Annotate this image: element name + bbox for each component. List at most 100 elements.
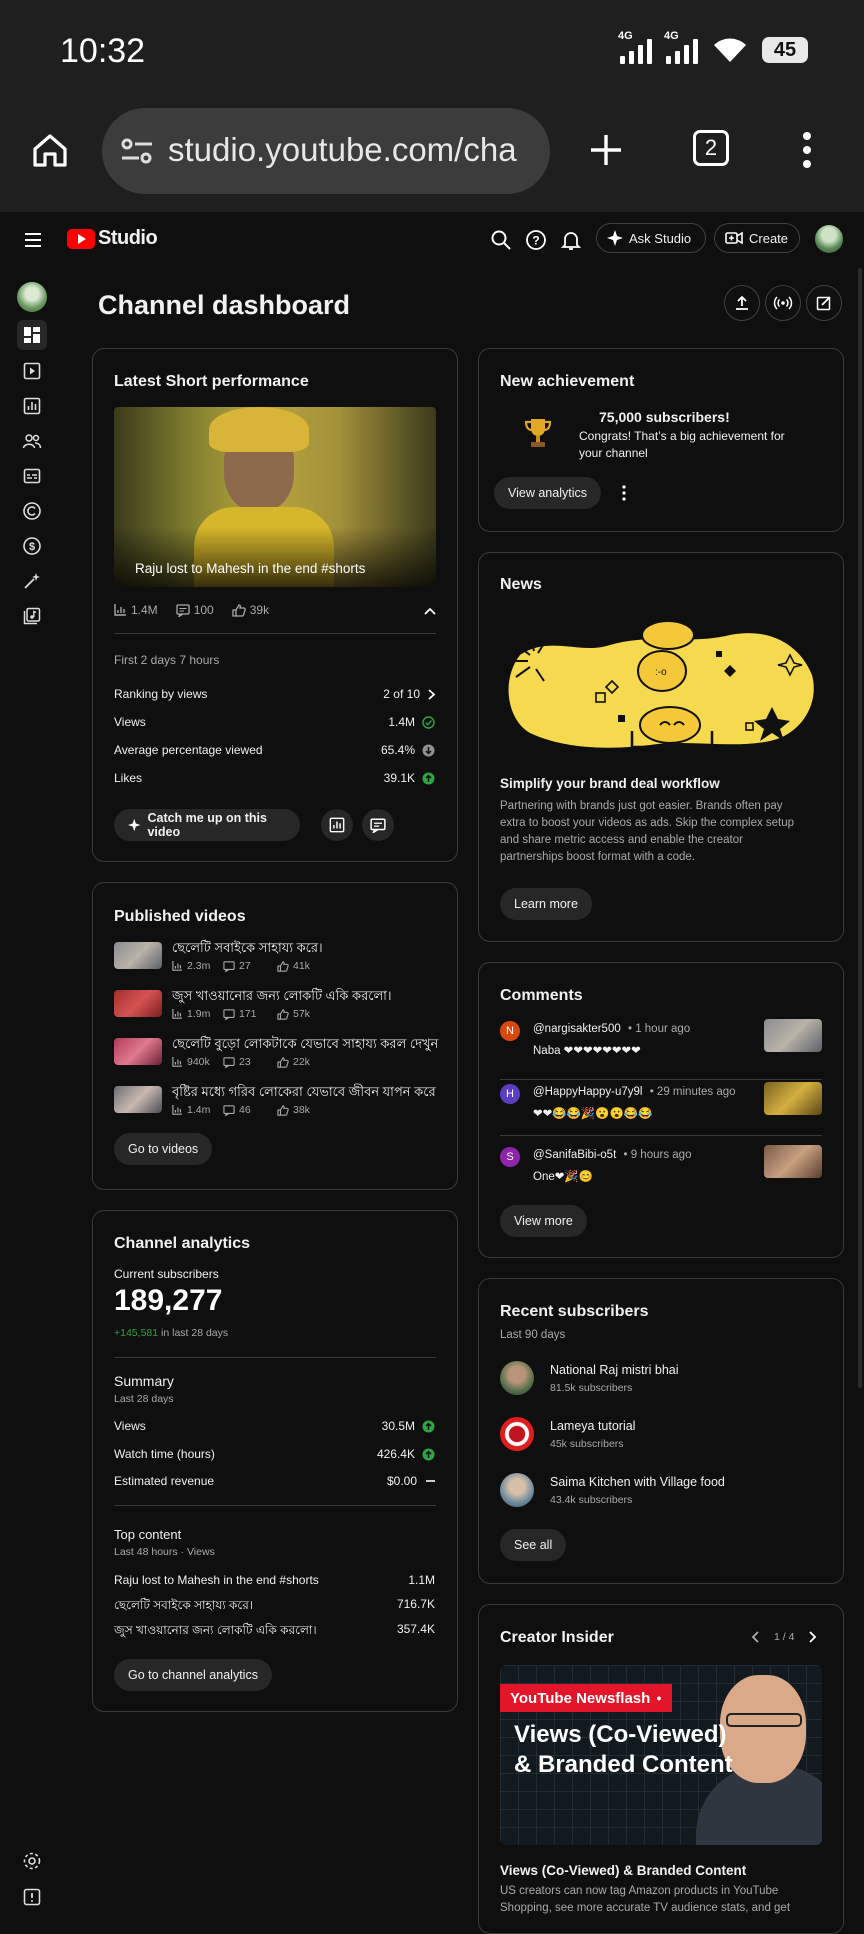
comment-item[interactable]: H @HappyHappy-u7y9l • 29 minutes ago ❤❤😂…: [500, 1082, 822, 1134]
signal-icon: 4G: [618, 30, 652, 64]
comment-user: @HappyHappy-u7y9l: [533, 1086, 643, 1098]
settings-icon: [23, 1852, 41, 1870]
scrollbar[interactable]: [858, 268, 862, 1388]
video-title: ছেলেটি সবাইকে সাহায্য করে।: [172, 940, 323, 955]
view-analytics-button[interactable]: View analytics: [494, 477, 601, 509]
chevron-left-icon[interactable]: [751, 1631, 759, 1643]
new-tab-icon[interactable]: [588, 132, 624, 168]
go-to-analytics-button[interactable]: Go to channel analytics: [114, 1659, 272, 1691]
achievement-line-2: your channel: [579, 446, 648, 460]
subscriber-item[interactable]: Saima Kitchen with Village food 43.4k su…: [500, 1473, 822, 1513]
more-vert-icon[interactable]: [621, 485, 627, 501]
account-avatar[interactable]: [815, 225, 843, 253]
nav-community[interactable]: [17, 426, 47, 456]
insider-pager: 1 / 4: [774, 1631, 795, 1643]
nav-customization[interactable]: [17, 566, 47, 596]
learn-more-button[interactable]: Learn more: [500, 888, 592, 920]
view-more-button[interactable]: View more: [500, 1205, 587, 1237]
upload-button[interactable]: [724, 285, 760, 321]
list-item[interactable]: বৃষ্টির মধ্যে গরিব লোকেরা যেভাবে জীবন যা…: [114, 1083, 444, 1119]
subscriber-delta-suffix: in last 28 days: [161, 1327, 229, 1339]
top-content-item-label[interactable]: জুস খাওয়ানোর জন্য লোকটি একি করলো।: [114, 1622, 317, 1642]
watch-time-label: Watch time (hours): [114, 1447, 215, 1461]
summary-views-value-text: 30.5M: [381, 1419, 415, 1433]
list-item[interactable]: ছেলেটি বুড়ো লোকটাকে যেভাবে সাহায্য করল …: [114, 1035, 444, 1071]
video-thumbnail: [114, 1038, 162, 1065]
commenter-avatar: S: [500, 1147, 520, 1167]
nav-content[interactable]: [17, 356, 47, 386]
video-stats: 940k 23 22k: [172, 1056, 310, 1068]
news-headline[interactable]: Simplify your brand deal workflow: [500, 776, 720, 791]
battery-indicator: 45: [762, 37, 808, 63]
subscriber-item[interactable]: National Raj mistri bhai 81.5k subscribe…: [500, 1361, 822, 1401]
list-item[interactable]: জুস খাওয়ানোর জন্য লোকটি একি করলো। 1.9m …: [114, 987, 444, 1023]
top-content-item-label[interactable]: Raju lost to Mahesh in the end #shorts: [114, 1573, 319, 1587]
dashboard-icon: [24, 327, 40, 343]
chevron-right-icon[interactable]: [809, 1631, 817, 1643]
channel-avatar[interactable]: [17, 282, 47, 312]
catch-me-up-button[interactable]: Catch me up on this video: [114, 809, 300, 841]
comment-video-thumbnail[interactable]: [764, 1082, 822, 1115]
address-bar[interactable]: studio.youtube.com/cha: [102, 108, 550, 194]
video-likes: 41k: [293, 960, 310, 972]
search-icon[interactable]: [490, 229, 512, 251]
ranking-label: Ranking by views: [114, 687, 208, 701]
nav-analytics[interactable]: [17, 391, 47, 421]
create-post-button[interactable]: [806, 285, 842, 321]
home-icon[interactable]: [30, 130, 70, 170]
go-to-videos-button[interactable]: Go to videos: [114, 1133, 213, 1165]
revenue-label: Estimated revenue: [114, 1474, 215, 1488]
subscriber-name: Lameya tutorial: [550, 1419, 636, 1433]
short-comments-button[interactable]: [362, 809, 394, 841]
nav-settings[interactable]: [17, 1846, 47, 1876]
nav-subtitles[interactable]: [17, 461, 47, 491]
create-button[interactable]: Create: [714, 223, 800, 253]
subscriber-item[interactable]: Lameya tutorial 45k subscribers: [500, 1417, 822, 1457]
insider-video-title[interactable]: Views (Co-Viewed) & Branded Content: [500, 1863, 746, 1878]
nav-audio-library[interactable]: [17, 601, 47, 631]
studio-logo[interactable]: Studio: [67, 227, 158, 250]
nav-dashboard[interactable]: [17, 320, 47, 350]
side-navigation: $: [0, 268, 64, 1920]
go-live-button[interactable]: [765, 285, 801, 321]
menu-icon[interactable]: [24, 232, 42, 248]
more-vert-icon[interactable]: [800, 130, 814, 170]
tab-switcher-button[interactable]: 2: [693, 130, 729, 166]
list-item[interactable]: ছেলেটি সবাইকে সাহায্য করে। 2.3m 27 41k: [114, 939, 444, 975]
ranking-value[interactable]: 2 of 10: [383, 687, 435, 701]
top-content-item-label[interactable]: ছেলেটি সবাইকে সাহায্য করে।: [114, 1597, 253, 1617]
video-views: 2.3m: [187, 960, 211, 972]
views-label: Views: [114, 715, 146, 729]
insider-video-thumbnail[interactable]: YouTube Newsflash ● Views (Co-Viewed) & …: [500, 1665, 822, 1845]
edit-icon: [816, 296, 831, 311]
summary-views-label: Views: [114, 1419, 146, 1433]
short-analytics-button[interactable]: [321, 809, 353, 841]
comment-video-thumbnail[interactable]: [764, 1019, 822, 1052]
short-video-title: Raju lost to Mahesh in the end #shorts: [135, 561, 366, 576]
help-icon[interactable]: ?: [525, 229, 547, 251]
comment-video-thumbnail[interactable]: [764, 1145, 822, 1178]
nav-copyright[interactable]: [17, 496, 47, 526]
nav-feedback[interactable]: [17, 1882, 47, 1912]
video-comments: 46: [239, 1104, 251, 1116]
live-icon: [773, 296, 793, 310]
channel-analytics-card: Channel analytics Current subscribers 18…: [92, 1210, 458, 1712]
nav-earn[interactable]: $: [17, 531, 47, 561]
short-thumbnail[interactable]: Raju lost to Mahesh in the end #shorts: [114, 407, 436, 587]
video-stats: 1.4m 46 38k: [172, 1104, 310, 1116]
subscriber-avatar: [500, 1361, 534, 1395]
video-comments: 171: [239, 1008, 257, 1020]
comment-icon: [223, 960, 235, 972]
comment-item[interactable]: S @SanifaBibi-o5t • 9 hours ago One❤🎉😊: [500, 1145, 822, 1197]
chevron-up-icon[interactable]: [424, 607, 436, 615]
see-all-button[interactable]: See all: [500, 1529, 567, 1561]
subscriber-count: 189,277: [114, 1284, 223, 1317]
site-settings-icon[interactable]: [120, 136, 154, 166]
notifications-icon[interactable]: [561, 229, 581, 251]
wifi-icon: [714, 38, 746, 62]
video-comments: 27: [239, 960, 251, 972]
video-likes: 22k: [293, 1056, 310, 1068]
ask-studio-button[interactable]: Ask Studio: [596, 223, 706, 253]
banner-line-1: Views (Co-Viewed): [514, 1721, 727, 1748]
comment-item[interactable]: N @nargisakter500 • 1 hour ago Naba ❤❤❤❤…: [500, 1019, 822, 1071]
